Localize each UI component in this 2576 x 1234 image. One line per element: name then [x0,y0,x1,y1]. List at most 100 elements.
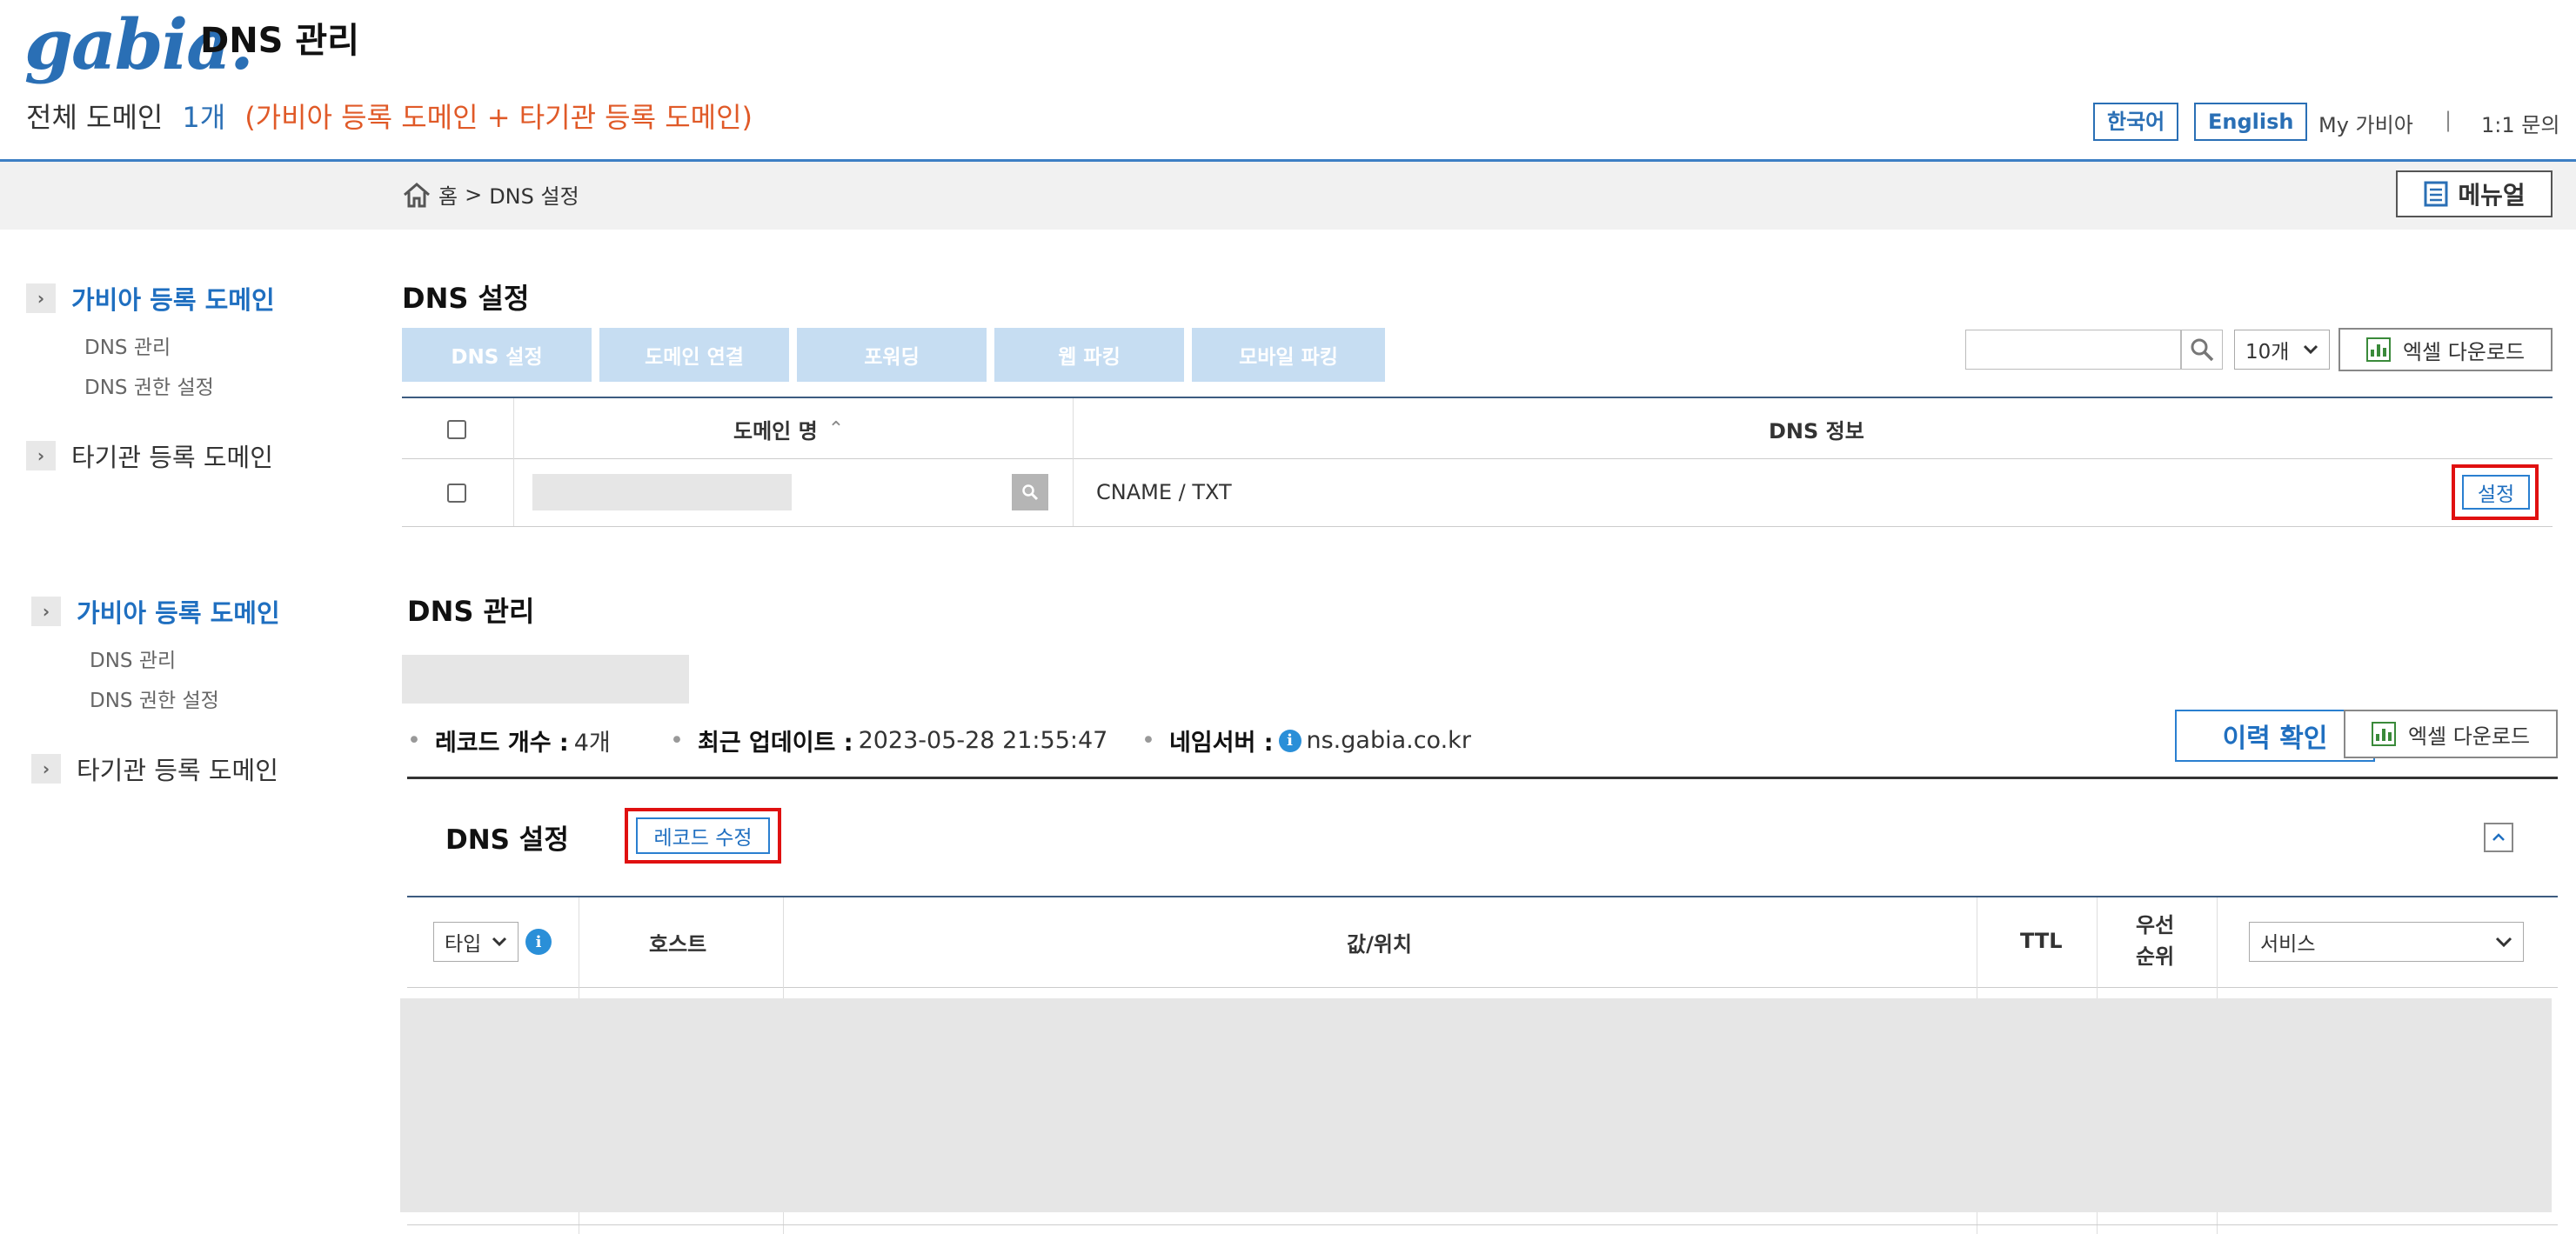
page-size-select[interactable]: 10개 [2234,330,2330,370]
domain-name-redacted [402,655,689,704]
type-select[interactable]: 타입 [433,922,519,962]
sidebar-item-label: 가비아 등록 도메인 [77,598,280,628]
col-header-ttl: TTL [2020,929,2063,953]
sidebar-item-gabia-domains[interactable]: › 가비아 등록 도메인 [26,280,275,317]
manual-label: 메뉴얼 [2458,181,2526,210]
last-update-label: 최근 업데이트 : [697,730,853,757]
breadcrumb-current: DNS 설정 [489,184,579,209]
select-all-checkbox[interactable] [447,420,466,439]
breadcrumb-bar [0,162,2576,230]
summary-label: 전체 도메인 [26,101,164,134]
sidebar-item-dns-permission[interactable]: DNS 권한 설정 [84,370,214,400]
row-dns-info: CNAME / TXT [1096,480,1232,504]
breadcrumb-separator: > [465,182,483,207]
record-count-value: 4개 [573,730,611,757]
document-icon [2424,181,2448,207]
search-icon [2191,338,2214,362]
bullet-icon: • [670,727,684,754]
sidebar-item-dns-manage[interactable]: DNS 관리 [84,330,171,360]
sidebar-item-label: 타기관 등록 도메인 [71,443,273,472]
tab-web-parking[interactable]: 웹 파킹 [994,328,1184,382]
tab-dns-settings[interactable]: DNS 설정 [402,328,592,382]
edit-records-button[interactable]: 레코드 수정 [636,817,770,854]
search-icon [1022,484,1039,501]
chevron-right-icon: › [26,441,56,470]
col-header-priority-line1: 우선 [2136,913,2175,937]
record-count-label: 레코드 개수 : [434,730,569,757]
sidebar-item-dns-manage[interactable]: DNS 관리 [90,644,176,673]
nameserver-label: 네임서버 : [1168,730,1274,757]
excel-download-label: 엑셀 다운로드 [2402,339,2526,364]
row-settings-button[interactable]: 설정 [2462,475,2530,510]
dns-manage-title: DNS 관리 [407,595,535,628]
excel-download-button[interactable]: 엑셀 다운로드 [2338,328,2553,371]
chevron-right-icon: › [31,597,61,626]
chevron-down-icon [2495,937,2512,947]
home-icon[interactable] [402,181,432,209]
bullet-icon: • [1141,727,1155,754]
lang-english-button[interactable]: English [2194,103,2308,141]
service-select[interactable]: 서비스 [2249,922,2524,962]
nameserver: • 네임서버 : i ns.gabia.co.kr [1141,724,1471,757]
col-header-domain[interactable]: 도메인 명 ⌃ [733,414,844,444]
search-button[interactable] [2181,330,2223,370]
col-header-value: 값/위치 [1347,932,1413,957]
lang-korean-button[interactable]: 한국어 [2093,103,2179,141]
page-size-value: 10개 [2245,341,2290,364]
col-header-priority: 우선 순위 [2136,910,2174,972]
header-separator: | [2445,108,2452,132]
table-bottom-border [402,526,2553,527]
sidebar-item-gabia-domains[interactable]: › 가비아 등록 도메인 [31,593,280,630]
domain-name-redacted [532,474,792,510]
manual-button[interactable]: 메뉴얼 [2396,170,2553,217]
summary-count: 1개 [182,101,226,134]
table-header-divider [402,458,2553,459]
tab-mobile-parking[interactable]: 모바일 파킹 [1192,328,1385,382]
tab-forwarding[interactable]: 포워딩 [797,328,987,382]
sidebar-item-other-domains[interactable]: › 타기관 등록 도메인 [26,437,273,474]
inquiry-link[interactable]: 1:1 문의 [2481,108,2559,138]
my-gabia-link[interactable]: My 가비아 [2318,108,2413,138]
bullet-icon: • [407,727,421,754]
breadcrumb: 홈 > DNS 설정 [402,179,579,210]
domain-search-button[interactable] [1012,474,1048,510]
dns-records-title: DNS 설정 [445,824,569,856]
col-divider [1073,398,1074,526]
section-divider [407,777,2558,779]
sidebar-item-dns-permission[interactable]: DNS 권한 설정 [90,684,219,713]
table-top-border [402,397,2553,398]
breadcrumb-home[interactable]: 홈 [438,179,458,210]
chevron-down-icon [492,937,507,947]
col-header-host: 호스트 [649,932,707,957]
col-header-dns-info: DNS 정보 [1769,419,1864,444]
domain-search-input[interactable] [1965,330,2181,370]
table-row-divider [407,1224,2558,1225]
excel-download-button[interactable]: 엑셀 다운로드 [2344,710,2558,758]
info-icon[interactable]: i [525,929,552,955]
sidebar-item-label: 가비아 등록 도메인 [71,285,275,315]
chevron-up-icon [2492,833,2505,841]
domain-summary: 전체 도메인 1개 (가비아 등록 도메인 + 타기관 등록 도메인) [26,96,753,136]
row-checkbox[interactable] [447,484,466,503]
app-title: DNS 관리 [200,21,360,61]
col-divider [513,398,514,526]
chevron-down-icon [2303,344,2318,355]
type-select-value: 타입 [445,933,482,956]
records-redacted [400,998,2552,1212]
collapse-button[interactable] [2484,823,2513,852]
col-header-priority-line2: 순위 [2136,944,2175,969]
sidebar-item-other-domains[interactable]: › 타기관 등록 도메인 [31,750,278,787]
tab-domain-connect[interactable]: 도메인 연결 [599,328,789,382]
col-header-domain-label: 도메인 명 [733,419,818,444]
chart-icon [2371,722,2396,746]
table-top-border [407,896,2558,897]
last-update-value: 2023-05-28 21:55:47 [858,727,1108,754]
last-update: • 최근 업데이트 : 2023-05-28 21:55:47 [670,724,1107,757]
info-icon[interactable]: i [1278,729,1301,752]
sidebar-item-label: 타기관 등록 도메인 [77,756,278,785]
summary-note: (가비아 등록 도메인 + 타기관 등록 도메인) [244,101,753,134]
service-select-value: 서비스 [2260,933,2316,956]
record-count: • 레코드 개수 : 4개 [407,724,611,757]
table-header-divider [407,987,2558,988]
chevron-right-icon: › [26,283,56,313]
